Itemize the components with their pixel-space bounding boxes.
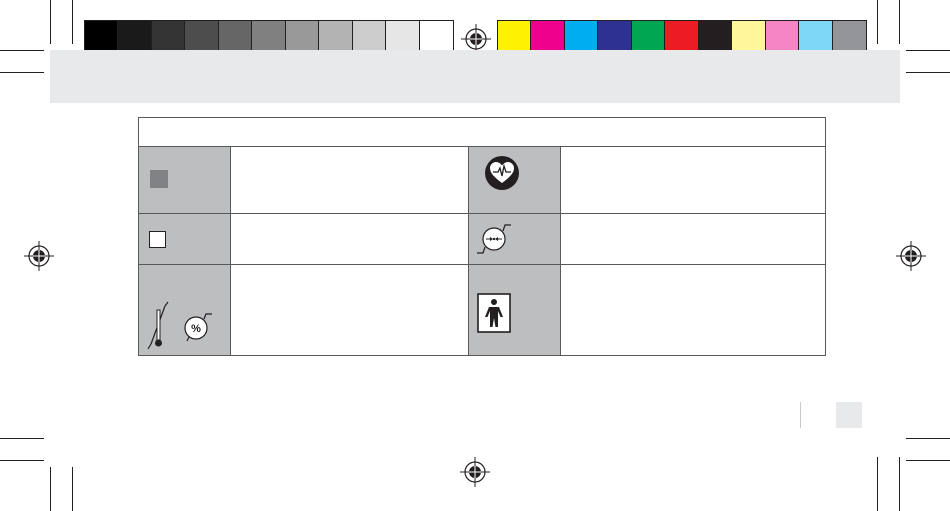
temperature-limit-icon (147, 301, 169, 350)
table-header-row (139, 118, 825, 147)
crop-mark (877, 0, 878, 44)
humidity-glyph: % (191, 323, 201, 335)
page-tab-divider (800, 402, 801, 428)
table-divider (139, 264, 825, 265)
crop-mark (50, 467, 51, 511)
crop-mark (899, 0, 900, 44)
crop-mark (0, 50, 44, 51)
humidity-limit-icon: % (184, 313, 212, 342)
table-divider (468, 147, 469, 355)
crop-mark (0, 438, 44, 439)
table-divider (139, 213, 825, 214)
crop-mark (906, 438, 950, 439)
empty-square-icon (149, 231, 166, 248)
crop-mark (0, 72, 44, 73)
crop-mark (906, 72, 950, 73)
page-number-tab (836, 402, 862, 428)
crop-mark (0, 460, 44, 461)
crop-mark (899, 457, 900, 511)
table-divider (560, 147, 561, 355)
registration-mark-icon (24, 241, 54, 271)
table-divider (230, 147, 231, 355)
symbol-table: % (138, 117, 826, 356)
crop-mark (906, 460, 950, 461)
heart-rhythm-icon (485, 156, 519, 190)
pressure-limit-icon (477, 224, 511, 254)
crop-mark (72, 467, 73, 511)
header-band (50, 50, 900, 103)
crop-mark (50, 0, 51, 44)
registration-mark-icon (460, 457, 490, 487)
filled-square-icon (150, 170, 168, 188)
type-bf-applied-part-icon (477, 293, 511, 333)
crop-mark (72, 0, 73, 44)
crop-mark (906, 50, 950, 51)
crop-mark (877, 457, 878, 511)
registration-mark-icon (896, 241, 926, 271)
